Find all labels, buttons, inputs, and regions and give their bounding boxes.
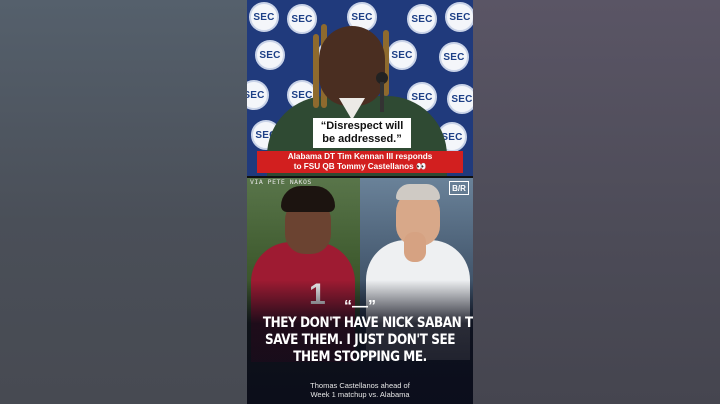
- sec-logo: SEC: [439, 42, 469, 72]
- headline-caption: Alabama DT Tim Kennan III responds to FS…: [257, 151, 463, 173]
- sec-logo: SEC: [447, 84, 473, 114]
- sec-logo: SEC: [249, 2, 279, 32]
- microphone-stem: [380, 82, 384, 112]
- quote-mark-icon: “—”: [344, 298, 376, 315]
- sec-logo: SEC: [287, 4, 317, 34]
- caption-line: Alabama DT Tim Kennan III responds: [287, 152, 433, 161]
- sec-logo: SEC: [445, 2, 473, 32]
- press-conference-photo: SEC SEC SEC SEC SEC SEC SEC SEC SEC SEC …: [247, 0, 473, 176]
- sec-logo: SEC: [407, 4, 437, 34]
- attribution-line: Thomas Castellanos ahead of: [310, 381, 410, 390]
- coach-hand: [404, 232, 426, 262]
- quote-line: be addressed.”: [322, 133, 402, 145]
- video-frame[interactable]: SEC SEC SEC SEC SEC SEC SEC SEC SEC SEC …: [247, 0, 473, 404]
- microphone: [373, 72, 391, 112]
- sec-logo: SEC: [387, 40, 417, 70]
- attribution-line: Week 1 matchup vs. Alabama: [310, 390, 410, 399]
- photo-credit: VIA PETE NAKOS: [250, 178, 312, 186]
- quote-line: “Disrespect will: [320, 120, 404, 132]
- pull-quote: THEY DON'T HAVE NICK SABAN TO SAVE THEM.…: [262, 315, 473, 366]
- quote-attribution: Thomas Castellanos ahead of Week 1 match…: [247, 381, 473, 399]
- br-logo: B/R: [449, 181, 469, 195]
- pull-quote-line: THEY DON'T HAVE NICK SABAN TO: [262, 315, 473, 331]
- quote-box: “Disrespect will be addressed.”: [313, 118, 411, 148]
- player-hair: [281, 186, 335, 212]
- caption-line: to FSU QB Tommy Castellanos 👀: [293, 162, 427, 171]
- sec-logo: SEC: [247, 80, 269, 110]
- sec-logo: SEC: [255, 40, 285, 70]
- blurred-background-right: [473, 0, 720, 404]
- coach-hair: [396, 184, 440, 200]
- pull-quote-line: THEM STOPPING ME.: [293, 349, 427, 365]
- pull-quote-line: SAVE THEM. I JUST DON'T SEE: [264, 332, 456, 348]
- blurred-background-left: [0, 0, 247, 404]
